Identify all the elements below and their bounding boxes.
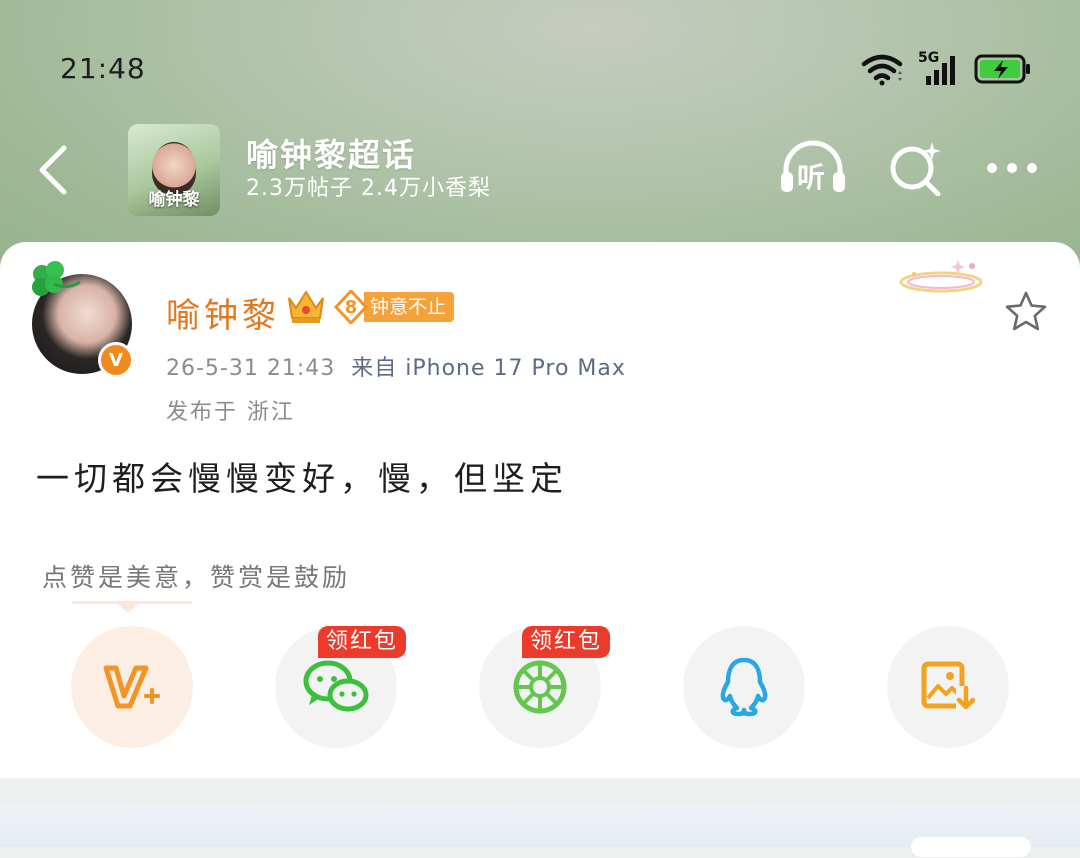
wechat-red-packet-tag[interactable]: 领红包 (318, 626, 407, 658)
fan-badge-text: 钟意不止 (364, 292, 455, 322)
author-name[interactable]: 喻钟黎 (166, 288, 280, 337)
author-avatar-wrap[interactable]: V (32, 261, 134, 378)
fan-level-number: 8 (344, 296, 358, 318)
verified-badge: V (98, 342, 134, 378)
crown-icon (288, 290, 324, 323)
share-v-plus-button[interactable] (71, 626, 193, 748)
post-location: 发布于 浙江 (166, 400, 295, 425)
signal-icon: 5G (918, 50, 960, 86)
wechat-icon (303, 660, 369, 712)
reward-tip-caret (116, 603, 140, 613)
listen-button[interactable]: 听 (778, 140, 848, 196)
clover-decoration-icon (32, 261, 81, 296)
battery-charging-icon (974, 54, 1030, 84)
floating-pill (910, 836, 1032, 858)
more-dots-icon[interactable] (984, 158, 1040, 178)
status-time: 21:48 (60, 52, 146, 85)
supergroup-thumbnail[interactable]: 喻钟黎 (128, 124, 220, 216)
listen-label: 听 (797, 161, 826, 194)
fan-badge[interactable]: 8 钟意不止 (334, 290, 455, 324)
moments-red-packet-tag[interactable]: 领红包 (522, 626, 611, 658)
v-plus-icon (103, 665, 160, 709)
post-meta: 26-5-31 21:43 来自 iPhone 17 Pro Max (166, 350, 626, 382)
fan-level: 8 (334, 290, 368, 324)
qq-icon (720, 657, 768, 717)
thumbnail-label: 喻钟黎 (148, 190, 200, 210)
share-save-image-button[interactable] (887, 626, 1009, 748)
share-row: 领红包 领红包 (0, 626, 1080, 748)
post-source: 来自 iPhone 17 Pro Max (351, 356, 626, 381)
star-outline-icon[interactable] (1004, 290, 1048, 332)
save-image-icon (921, 661, 976, 712)
sparkle-decoration-icon (899, 260, 983, 293)
share-qq-button[interactable] (683, 626, 805, 748)
search-sparkle-icon[interactable] (888, 140, 944, 196)
post-content: 一切都会慢慢变好，慢，但坚定 (36, 459, 568, 498)
reward-tip[interactable]: 点赞是美意，赞赏是鼓励 (42, 558, 350, 594)
post-time: 26-5-31 21:43 (166, 356, 336, 381)
supergroup-stats: 2.3万帖子 2.4万小香梨 (246, 176, 491, 201)
wifi-icon (861, 54, 903, 86)
header-actions: 听 (778, 140, 1040, 196)
moments-icon (513, 660, 567, 714)
back-button[interactable] (34, 140, 74, 200)
status-icons: 5G (860, 50, 1032, 86)
